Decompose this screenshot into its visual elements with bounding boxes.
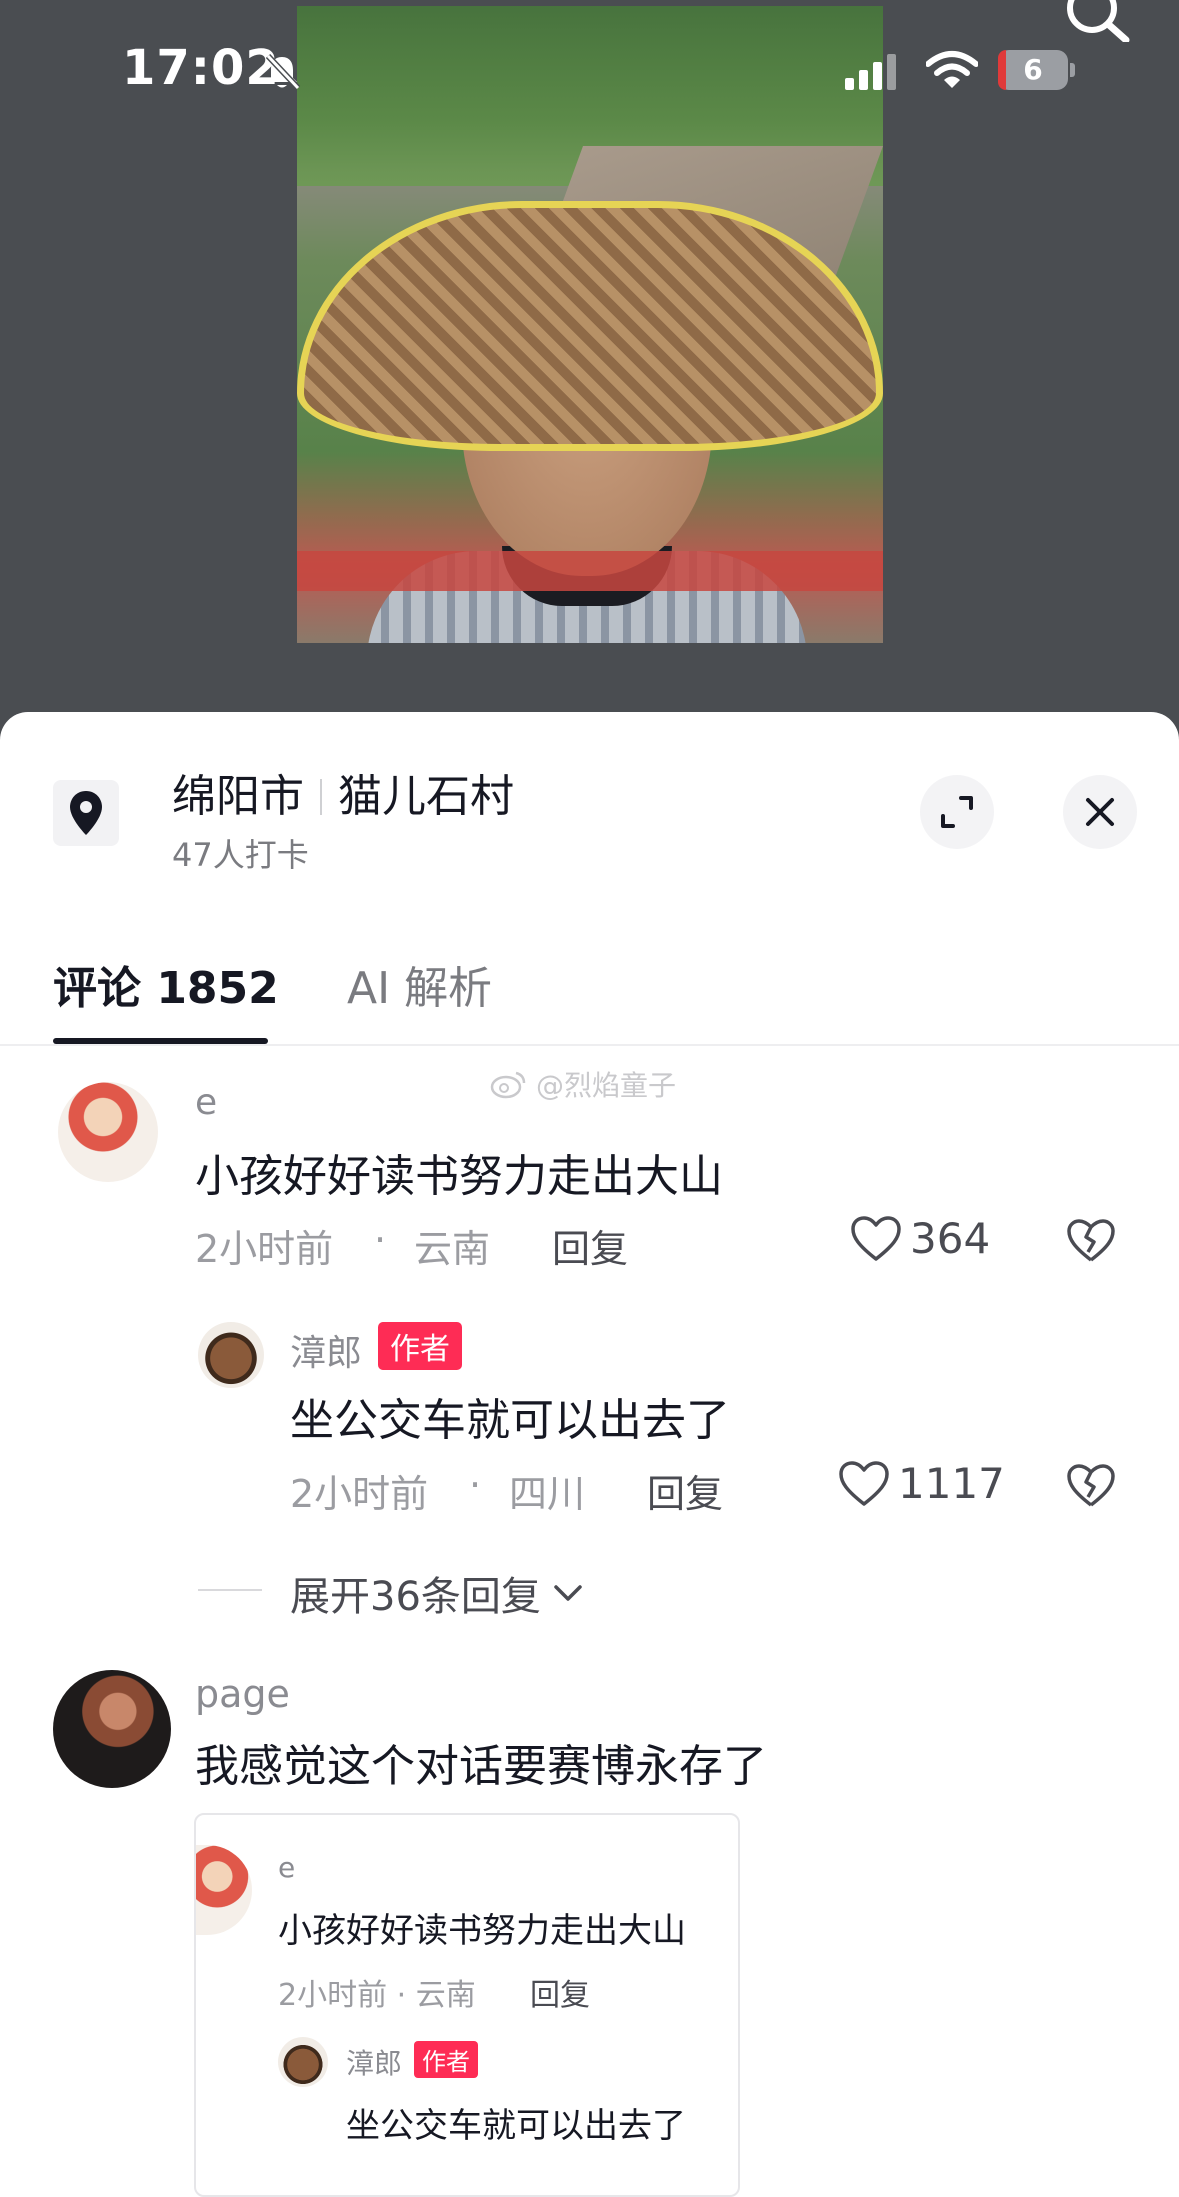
watermark-text: @烈焰童子 xyxy=(536,1069,677,1102)
comment-time: 2小时前 xyxy=(195,1227,334,1271)
wifi-icon xyxy=(926,51,978,88)
heart-icon xyxy=(839,1460,889,1506)
battery-icon: 6 xyxy=(998,50,1076,92)
location-separator xyxy=(320,779,322,815)
reply-button[interactable]: 回复 xyxy=(552,1218,628,1273)
watermark: @烈焰童子 xyxy=(490,1064,676,1104)
quote-author-badge: 作者 xyxy=(414,2041,479,2078)
quote-username: e xyxy=(278,1851,296,1884)
avatar[interactable] xyxy=(198,1322,264,1388)
close-button[interactable] xyxy=(1063,775,1137,849)
expand-button[interactable] xyxy=(920,775,994,849)
like-count: 364 xyxy=(910,1214,991,1263)
search-icon[interactable] xyxy=(1062,0,1134,42)
tab-comments[interactable]: 评论 1852 xyxy=(53,952,279,1016)
reply-region: 四川 xyxy=(509,1472,586,1516)
signal-icon xyxy=(845,54,896,90)
expand-icon xyxy=(941,796,973,828)
reply-username: 漳郎 xyxy=(290,1333,363,1374)
reply-text[interactable]: 坐公交车就可以出去了 xyxy=(290,1384,730,1448)
like-button[interactable]: 1117 xyxy=(838,1459,1005,1508)
comment-text[interactable]: 小孩好好读书努力走出大山 xyxy=(195,1140,723,1204)
reply-dot-separator: · xyxy=(469,1463,482,1507)
location-pin-icon xyxy=(70,791,102,835)
weibo-icon xyxy=(490,1071,526,1099)
expand-divider-line xyxy=(198,1589,262,1591)
broken-heart-icon[interactable] xyxy=(1066,1218,1116,1264)
chevron-down-icon xyxy=(554,1585,582,1601)
like-count: 1117 xyxy=(898,1459,1005,1508)
quote-reply-text: 坐公交车就可以出去了 xyxy=(346,2106,686,2146)
comment-username[interactable]: e xyxy=(195,1082,217,1123)
comment-username[interactable]: page xyxy=(195,1672,290,1716)
avatar[interactable] xyxy=(53,1670,171,1788)
video-railing xyxy=(297,551,883,591)
location-title[interactable]: 绵阳市 猫儿石村 xyxy=(172,760,514,824)
quote-avatar xyxy=(196,1845,252,1935)
author-badge: 作者 xyxy=(378,1322,463,1370)
quote-text: 小孩好好读书努力走出大山 xyxy=(278,1911,686,1951)
heart-icon xyxy=(851,1215,901,1261)
tab-ai-analysis[interactable]: AI 解析 xyxy=(347,952,492,1016)
battery-level: 6 xyxy=(1023,53,1043,86)
reply-time: 2小时前 xyxy=(290,1472,429,1516)
reply-button[interactable]: 回复 xyxy=(647,1463,723,1518)
reply-username-row[interactable]: 漳郎 作者 xyxy=(290,1322,463,1376)
quote-reply-username-row: 漳郎 作者 xyxy=(346,2041,479,2082)
quote-reply-username: 漳郎 xyxy=(346,2047,403,2080)
location-icon-box xyxy=(53,780,119,846)
like-button[interactable]: 364 xyxy=(850,1214,990,1263)
tab-divider xyxy=(0,1044,1179,1046)
status-bar: 17:02 6 xyxy=(0,0,1179,140)
location-city: 绵阳市 xyxy=(172,771,304,822)
quote-reply-avatar xyxy=(278,2037,328,2087)
quote-meta: 2小时前 · 云南 xyxy=(278,1978,476,2013)
bell-off-icon xyxy=(265,53,301,91)
quoted-comment-card[interactable]: e 小孩好好读书努力走出大山 2小时前 · 云南 回复 漳郎 作者 坐公交车就可以… xyxy=(194,1813,740,2197)
status-time: 17:02 xyxy=(122,40,280,96)
comment-dot-separator: · xyxy=(374,1218,387,1262)
expand-replies-button[interactable]: 展开36条回复 xyxy=(290,1564,585,1622)
avatar[interactable] xyxy=(58,1082,158,1182)
quote-reply-label: 回复 xyxy=(530,1978,590,2013)
location-village: 猫儿石村 xyxy=(338,771,514,822)
close-icon xyxy=(1086,798,1114,826)
location-checkins: 47人打卡 xyxy=(172,836,309,874)
comment-region: 云南 xyxy=(414,1227,491,1271)
broken-heart-icon[interactable] xyxy=(1066,1463,1116,1509)
comment-text[interactable]: 我感觉这个对话要赛博永存了 xyxy=(195,1730,767,1794)
expand-replies-label: 展开36条回复 xyxy=(290,1574,541,1620)
